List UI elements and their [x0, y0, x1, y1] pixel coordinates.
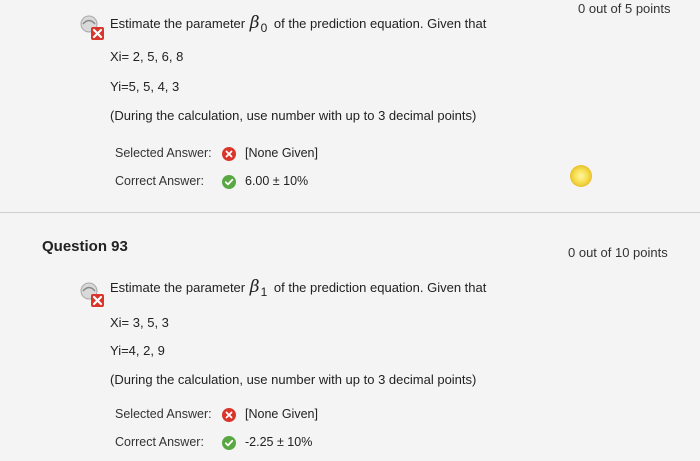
xi-values: Xi= 2, 5, 6, 8 [110, 49, 184, 64]
selected-answer-label: Selected Answer: [115, 146, 212, 160]
correct-answer-value: 6.00 ± 10% [245, 174, 309, 188]
prompt-text-after: of the prediction equation. Given that [273, 16, 487, 31]
incorrect-question-icon [78, 15, 106, 41]
xi-values: Xi= 3, 5, 3 [110, 315, 169, 330]
correct-answer-label: Correct Answer: [115, 174, 204, 188]
beta-subscript: 0 [260, 21, 268, 35]
prompt-text-before: Estimate the parameter [110, 16, 246, 31]
yi-values: Yi=5, 5, 4, 3 [110, 79, 180, 94]
correct-answer-label: Correct Answer: [115, 435, 204, 449]
selected-answer-value: [None Given] [245, 146, 318, 160]
question-points: 0 out of 5 points [578, 1, 671, 16]
question-points: 0 out of 10 points [568, 245, 668, 260]
selected-answer-value: [None Given] [245, 407, 318, 421]
x-circle-icon [222, 147, 236, 161]
beta-subscript: 1 [260, 285, 268, 299]
beta-symbol: β [249, 13, 260, 33]
check-circle-icon [222, 175, 236, 189]
calculation-note: (During the calculation, use number with… [110, 108, 477, 123]
beta-symbol: β [249, 277, 260, 297]
prompt-text-after: of the prediction equation. Given that [273, 280, 487, 295]
question-prompt: Estimate the parameter β0 of the predict… [110, 13, 486, 35]
question-title: Question 93 [42, 238, 128, 255]
question-divider [0, 212, 700, 213]
question-prompt: Estimate the parameter β1 of the predict… [110, 277, 486, 299]
selected-answer-label: Selected Answer: [115, 407, 212, 421]
cursor-highlight [570, 165, 592, 187]
correct-answer-value: -2.25 ± 10% [245, 435, 313, 449]
yi-values: Yi=4, 2, 9 [110, 343, 165, 358]
prompt-text-before: Estimate the parameter [110, 280, 246, 295]
calculation-note: (During the calculation, use number with… [110, 372, 477, 387]
x-circle-icon [222, 408, 236, 422]
check-circle-icon [222, 436, 236, 450]
incorrect-question-icon [78, 282, 106, 308]
